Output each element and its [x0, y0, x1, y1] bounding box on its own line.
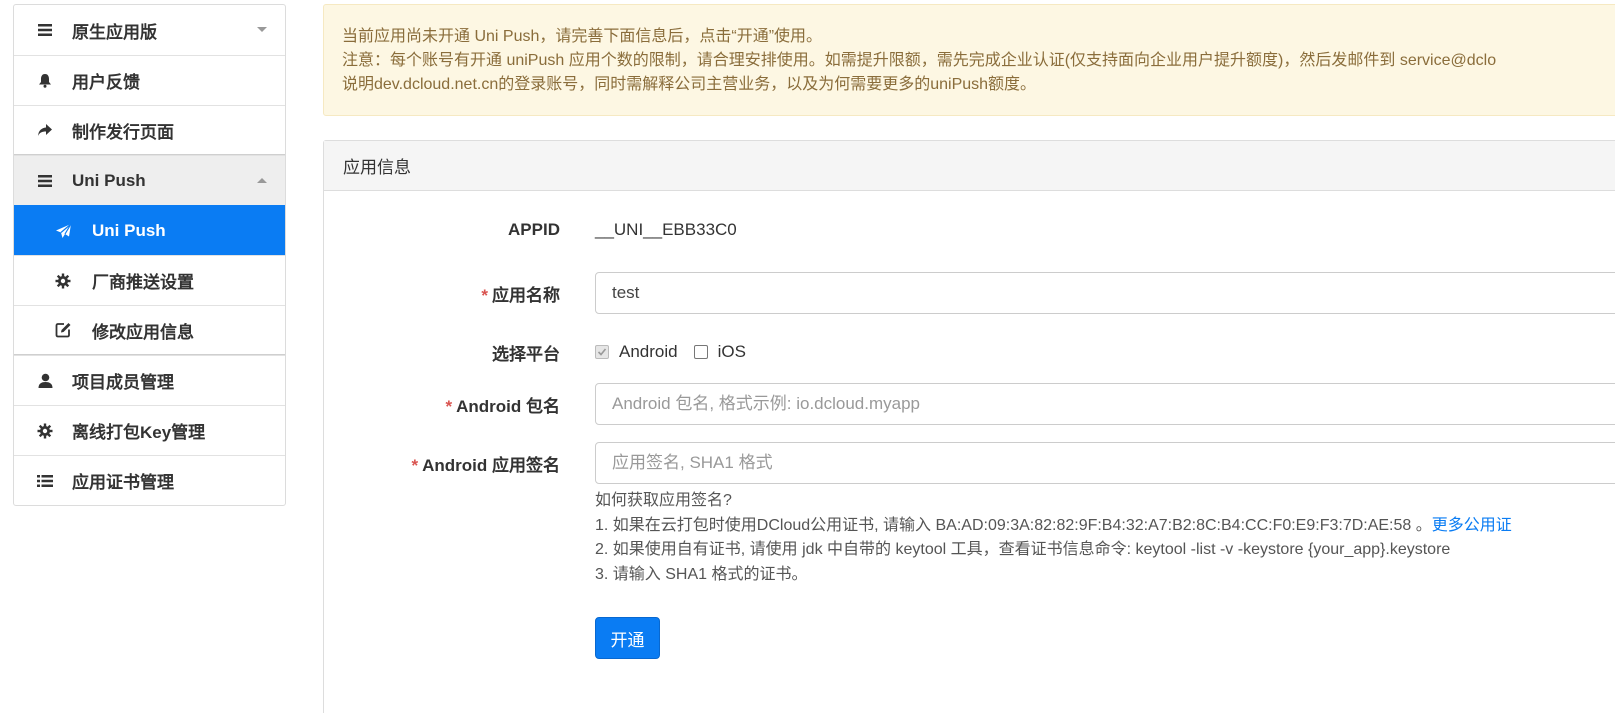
list-icon — [32, 474, 58, 488]
required-mark: * — [445, 396, 453, 416]
sidebar-item-certificates[interactable]: 应用证书管理 — [14, 455, 285, 505]
sidebar-item-label: 厂商推送设置 — [92, 273, 194, 292]
sidebar-item-label: 项目成员管理 — [72, 373, 174, 392]
platform-label: 选择平台 — [492, 344, 560, 364]
sidebar-item-edit-app-info[interactable]: 修改应用信息 — [14, 305, 285, 355]
signature-label: * Android 应用签名 — [411, 455, 560, 475]
check-icon — [597, 348, 607, 356]
platform-row: 选择平台 Android iOS — [324, 338, 1615, 366]
signature-field-wrap — [595, 442, 1615, 484]
panel-title: 应用信息 — [324, 141, 1615, 191]
help-line: 2. 如果使用自有证书, 请使用 jdk 中自带的 keytool 工具，查看证… — [595, 541, 1451, 558]
share-arrow-icon — [32, 123, 58, 137]
alert-line: 说明dev.dcloud.net.cn的登录账号，同时需解释公司主营业务，以及为… — [342, 76, 1037, 93]
ios-label: iOS — [717, 342, 746, 361]
bars-icon — [32, 23, 58, 37]
sidebar-item-label: 原生应用版 — [72, 22, 157, 42]
sidebar-item-native-app[interactable]: 原生应用版 — [14, 5, 285, 55]
sidebar-item-label: 用户反馈 — [72, 73, 140, 92]
appid-row: APPID __UNI__EBB33C0 — [324, 215, 1615, 245]
android-label: Android — [619, 342, 678, 361]
signature-help: 如何获取应用签名? 1. 如果在云打包时使用DCloud公用证书, 请输入 BA… — [595, 489, 1512, 587]
appname-label: * 应用名称 — [481, 285, 560, 305]
sidebar-item-feedback[interactable]: 用户反馈 — [14, 55, 285, 105]
required-mark: * — [481, 285, 488, 305]
platform-android-option[interactable]: Android — [595, 342, 678, 362]
sidebar-item-label: 制作发行页面 — [72, 122, 174, 142]
help-title: 如何获取应用签名? — [595, 492, 732, 509]
package-field-wrap — [595, 383, 1615, 425]
chevron-up-icon — [257, 178, 267, 183]
appid-value: __UNI__EBB33C0 — [595, 220, 737, 239]
sidebar-item-uni-push[interactable]: Uni Push — [14, 205, 285, 255]
bars-icon — [32, 174, 58, 188]
chevron-down-icon — [257, 27, 267, 32]
ios-checkbox[interactable] — [693, 345, 708, 359]
platform-ios-option[interactable]: iOS — [693, 342, 746, 362]
gear-icon — [50, 273, 76, 289]
sidebar-item-label: Uni Push — [92, 220, 166, 240]
appid-label: APPID — [508, 220, 560, 239]
sidebar-item-vendor-push-settings[interactable]: 厂商推送设置 — [14, 255, 285, 305]
sidebar-item-label: 修改应用信息 — [92, 322, 194, 342]
alert-line: 当前应用尚未开通 Uni Push，请完善下面信息后，点击“开通”使用。 — [342, 28, 823, 45]
app-info-panel: 应用信息 APPID __UNI__EBB33C0 *应用名称 选择平台 And… — [323, 140, 1615, 713]
package-row: * Android 包名 — [324, 383, 1615, 425]
android-checkbox[interactable] — [595, 345, 609, 359]
sidebar-item-label: 离线打包Key管理 — [72, 423, 206, 442]
sidebar-item-label: Uni Push — [72, 170, 146, 190]
android-package-input[interactable] — [595, 383, 1615, 425]
sidebar-item-member-management[interactable]: 项目成员管理 — [14, 355, 285, 405]
sidebar-item-release-page[interactable]: 制作发行页面 — [14, 105, 285, 155]
signature-row: * Android 应用签名 — [324, 442, 1615, 484]
sidebar-item-label: 应用证书管理 — [72, 473, 174, 492]
alert-line: 注意：每个账号有开通 uniPush 应用个数的限制，请合理安排使用。如需提升限… — [342, 52, 1497, 69]
appname-input[interactable] — [595, 272, 1615, 314]
appname-row: * 应用名称 — [324, 272, 1615, 314]
help-line: 1. 如果在云打包时使用DCloud公用证书, 请输入 BA:AD:09:3A:… — [595, 516, 1512, 534]
required-mark: * — [411, 455, 419, 475]
package-label: * Android 包名 — [445, 396, 560, 416]
gear-icon — [32, 423, 58, 439]
sidebar-item-uni-push-group[interactable]: Uni Push — [14, 155, 285, 205]
help-line: 3. 请输入 SHA1 格式的证书。 — [595, 565, 808, 583]
bell-icon — [32, 73, 58, 88]
notice-alert: 当前应用尚未开通 Uni Push，请完善下面信息后，点击“开通”使用。 注意：… — [323, 4, 1615, 116]
activate-button[interactable]: 开通 — [595, 617, 660, 659]
sidebar-item-offline-key[interactable]: 离线打包Key管理 — [14, 405, 285, 455]
more-certificates-link[interactable]: 更多公用证 — [1432, 517, 1512, 534]
platform-options: Android iOS — [595, 342, 762, 362]
paper-plane-icon — [50, 223, 76, 239]
user-icon — [32, 373, 58, 388]
appname-field-wrap — [595, 272, 1615, 314]
android-signature-input[interactable] — [595, 442, 1615, 484]
sidebar-nav: 原生应用版 用户反馈 制作发行页面 Uni Push Uni Push 厂商推送… — [13, 4, 286, 506]
edit-icon — [50, 322, 76, 338]
